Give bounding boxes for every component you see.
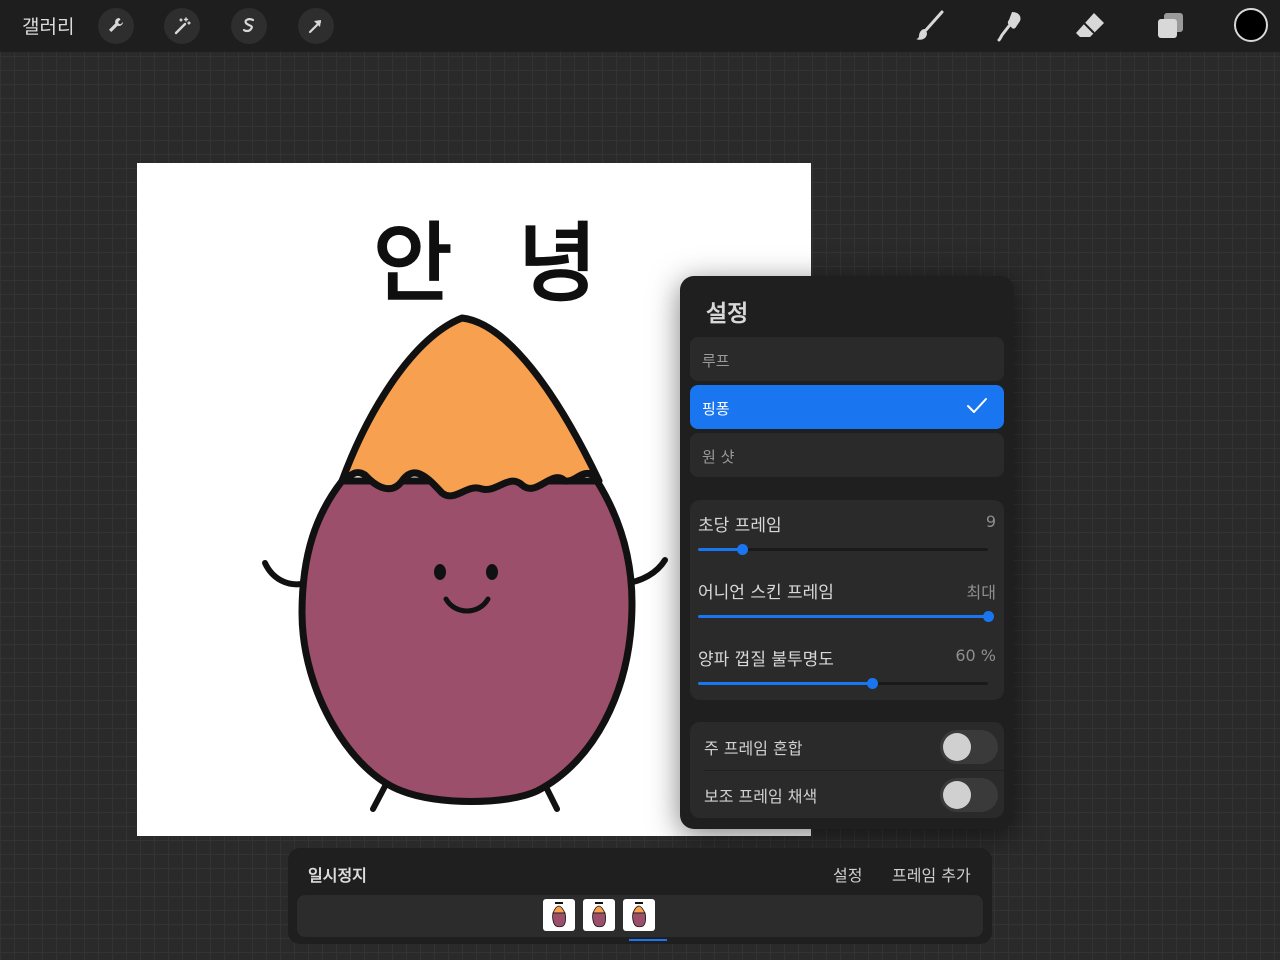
frame-thumbnail-2[interactable] <box>583 899 615 931</box>
smudge-icon[interactable] <box>990 8 1030 44</box>
onion-opacity-slider[interactable] <box>698 678 988 689</box>
layers-icon[interactable] <box>1150 8 1190 44</box>
eraser-icon[interactable] <box>1070 8 1110 44</box>
toggle-group: 주 프레임 혼합 보조 프레임 채색 <box>690 722 1004 818</box>
pause-button[interactable]: 일시정지 <box>308 862 367 886</box>
frame-thumbnail-3[interactable] <box>623 899 655 931</box>
color-secondary-toggle[interactable] <box>940 778 998 812</box>
mode-option-label: 원 샷 <box>702 448 735 466</box>
onion-opacity-value: 60 % <box>955 646 996 665</box>
onion-frames-label: 어니언 스킨 프레임 <box>698 583 834 603</box>
transform-arrow-icon[interactable] <box>298 8 334 44</box>
color-secondary-row: 보조 프레임 채색 <box>690 770 1004 818</box>
slider-knob[interactable] <box>867 678 878 689</box>
popover-title: 설정 <box>706 301 749 327</box>
animation-assist-bar: 일시정지 설정 프레임 추가 <box>288 848 992 944</box>
mode-option-label: 루프 <box>702 352 730 370</box>
blend-primary-label: 주 프레임 혼합 <box>704 739 803 758</box>
mode-option-label: 핑퐁 <box>702 400 730 418</box>
animation-settings-popover: 설정 루프 핑퐁 원 샷 초당 프레임 9 어니언 스킨 프레임 최대 양파 껍… <box>680 276 1014 829</box>
wrench-icon[interactable] <box>98 8 134 44</box>
slider-group: 초당 프레임 9 어니언 스킨 프레임 최대 양파 껍질 불투명도 60 % <box>690 500 1004 700</box>
slider-knob[interactable] <box>983 611 994 622</box>
blend-primary-toggle[interactable] <box>940 730 998 764</box>
top-toolbar: 갤러리 <box>0 0 1280 52</box>
checkmark-icon <box>967 398 987 413</box>
mode-option-pingpong[interactable]: 핑퐁 <box>690 385 1004 429</box>
fps-label: 초당 프레임 <box>698 516 782 536</box>
selection-icon[interactable] <box>231 8 267 44</box>
settings-button[interactable]: 설정 <box>833 862 862 886</box>
fps-value: 9 <box>985 512 996 531</box>
gallery-button[interactable]: 갤러리 <box>22 12 74 39</box>
fps-slider[interactable] <box>698 544 988 555</box>
frame-timeline[interactable] <box>297 895 983 941</box>
blend-primary-row: 주 프레임 혼합 <box>690 722 1004 771</box>
brush-icon[interactable] <box>910 8 950 44</box>
color-secondary-label: 보조 프레임 채색 <box>704 787 818 806</box>
mode-option-loop[interactable]: 루프 <box>690 337 1004 381</box>
add-frame-button[interactable]: 프레임 추가 <box>892 862 971 886</box>
slider-knob[interactable] <box>736 544 748 555</box>
selected-frame-indicator <box>629 939 667 941</box>
magic-wand-icon[interactable] <box>164 8 200 44</box>
mode-option-oneshot[interactable]: 원 샷 <box>690 433 1004 477</box>
onion-frames-value: 최대 <box>966 583 996 602</box>
onion-frames-slider[interactable] <box>698 611 994 622</box>
color-picker-swatch[interactable] <box>1234 8 1268 42</box>
onion-opacity-label: 양파 껍질 불투명도 <box>698 650 834 670</box>
frame-thumbnail-1[interactable] <box>543 899 575 931</box>
